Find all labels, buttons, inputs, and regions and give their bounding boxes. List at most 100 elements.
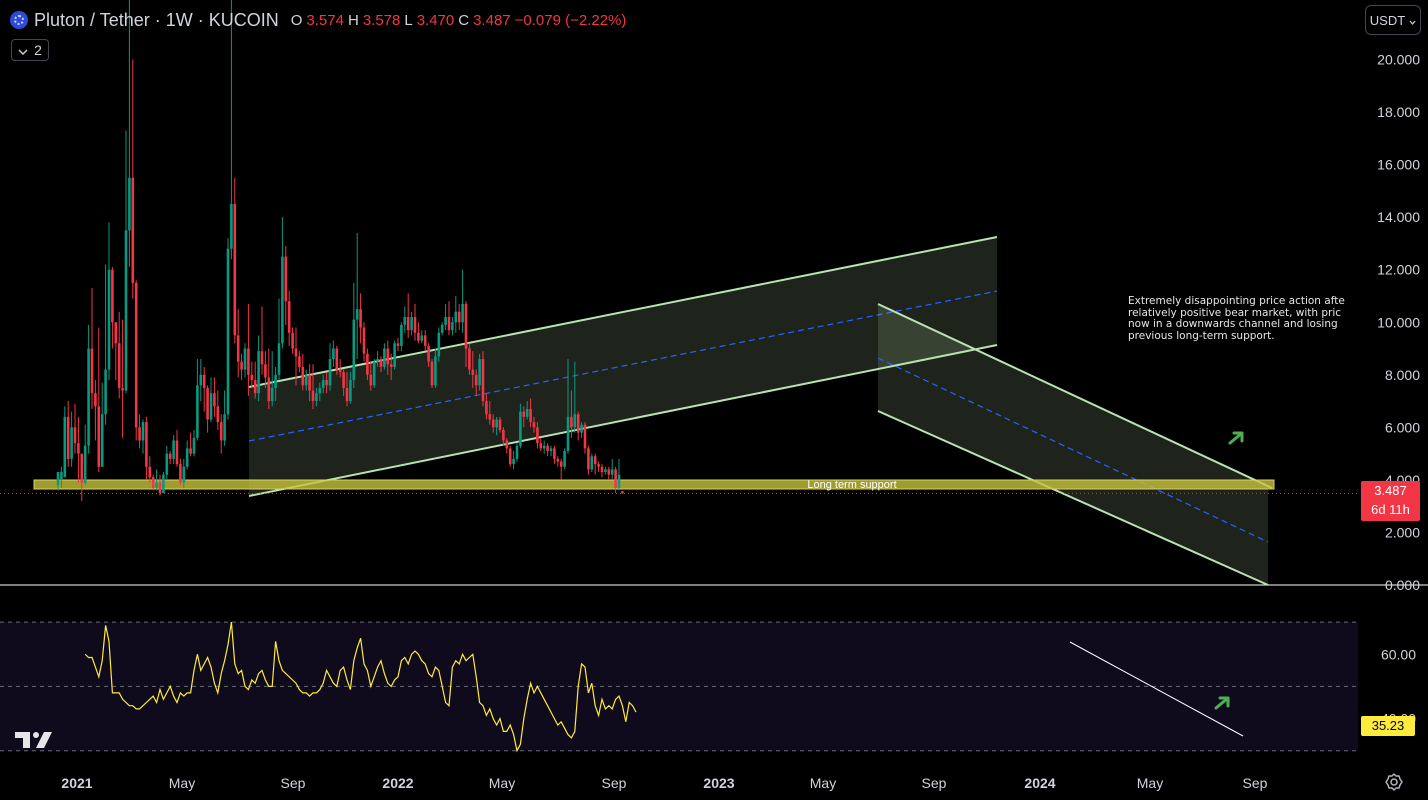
candle-body [576, 414, 580, 433]
price-axis-label: 16.000 [1377, 157, 1420, 173]
rsi-axis-label: 60.00 [1381, 646, 1416, 662]
candle-body [117, 343, 121, 388]
last-price-tag: 3.487 6d 11h [1361, 481, 1420, 521]
candle-body [226, 248, 230, 415]
candle-body [131, 177, 135, 283]
candle-body [338, 369, 342, 373]
candle-body [325, 380, 328, 386]
candle-body [502, 429, 505, 441]
candle-body [189, 448, 192, 454]
chevron-down-icon [1409, 13, 1416, 28]
candle-body [505, 440, 509, 449]
open-value: 3.574 [306, 11, 344, 29]
candle-body [434, 356, 437, 386]
chart-canvas[interactable]: Long term support0.0002.0004.0006.0008.0… [0, 0, 1428, 800]
candle-body [437, 332, 441, 357]
candle-body [270, 387, 274, 402]
symbol-title[interactable]: Pluton / Tether · 1W · KUCOIN [34, 10, 279, 31]
candle-body [342, 372, 345, 388]
time-axis-label: 2024 [1024, 775, 1055, 791]
candle-body [90, 348, 94, 394]
close-label: C [458, 11, 470, 29]
candle-body [447, 317, 451, 331]
candle-body [597, 464, 600, 467]
candle-body [536, 427, 539, 444]
candle-body [77, 443, 80, 454]
candle-body [604, 469, 607, 473]
analysis-note[interactable]: Extremely disappointing price action aft… [1128, 296, 1428, 342]
candle-body [182, 466, 186, 483]
candle-body [389, 364, 393, 367]
candle-body [104, 369, 107, 415]
candle-body [138, 427, 141, 441]
currency-button[interactable]: USDT [1365, 5, 1421, 35]
candle-body [185, 448, 189, 467]
candle-body [396, 343, 400, 346]
candle-body [100, 414, 104, 467]
candle-body [83, 445, 87, 483]
candle-body [451, 322, 454, 331]
tradingview-logo-icon[interactable] [14, 728, 54, 750]
candle-body [216, 406, 220, 423]
time-axis-label: Sep [281, 775, 306, 791]
candle-body [274, 374, 277, 388]
candle-body [359, 309, 362, 328]
time-axis-label: May [810, 775, 836, 791]
candle-body [124, 230, 128, 391]
candle-body [318, 387, 322, 394]
candle-body [304, 374, 308, 386]
long-term-support-zone [33, 479, 1275, 490]
time-axis-label: 2023 [703, 775, 734, 791]
candle-body [168, 453, 172, 459]
indicators-toggle-button[interactable]: 2 [11, 39, 49, 61]
candle-body [515, 445, 519, 459]
candle-body [60, 472, 63, 480]
open-label: O [290, 11, 303, 29]
candle-body [610, 469, 614, 475]
candle-body [179, 464, 182, 483]
candle-body [291, 332, 294, 349]
symbol-legend: Pluton / Tether · 1W · KUCOIN O 3.574 H 3.… [10, 8, 626, 32]
ohlc-values: O 3.574 H 3.578 L 3.470 C 3.487 −0.079 (−2.2… [291, 12, 627, 29]
candle-body [580, 424, 583, 433]
candle-body [257, 351, 260, 394]
time-axis-label: Sep [602, 775, 627, 791]
candle-body [223, 414, 226, 441]
candle-body [284, 256, 288, 302]
candle-body [97, 406, 101, 467]
chevron-down-icon [18, 42, 28, 58]
descending-channel [877, 303, 1273, 586]
gear-icon[interactable] [1384, 772, 1404, 792]
candle-body [427, 345, 430, 362]
candle-body [145, 422, 148, 467]
candle-body [464, 303, 468, 349]
candle-body [315, 393, 318, 402]
candle-body [485, 401, 488, 415]
candle-body [519, 411, 522, 446]
candle-body [247, 348, 250, 375]
candle-body [332, 348, 335, 360]
price-axis-label: 20.000 [1377, 52, 1420, 68]
green-arrow-icon [1228, 431, 1244, 445]
candle-body [525, 408, 529, 417]
candle-body [383, 348, 386, 367]
candle-body [277, 343, 281, 375]
candle-body [474, 374, 478, 386]
candle-body [236, 335, 240, 362]
bar-countdown: 6d 11h [1371, 502, 1410, 517]
candle-body [420, 335, 424, 341]
support-label: Long term support [807, 479, 896, 491]
candle-body [423, 335, 427, 346]
time-axis-label: 2022 [382, 775, 413, 791]
candle-body [559, 461, 563, 467]
time-axis-label: Sep [1243, 775, 1268, 791]
price-axis-label: 12.000 [1377, 262, 1420, 278]
price-axis-label: 0.000 [1385, 577, 1420, 593]
candle-body [233, 204, 237, 336]
low-label: L [404, 11, 413, 29]
candle-body [386, 348, 390, 365]
candle-body [260, 351, 264, 365]
candle-body [478, 359, 481, 386]
time-axis-label: 2021 [61, 775, 92, 791]
candle-body [590, 456, 594, 470]
